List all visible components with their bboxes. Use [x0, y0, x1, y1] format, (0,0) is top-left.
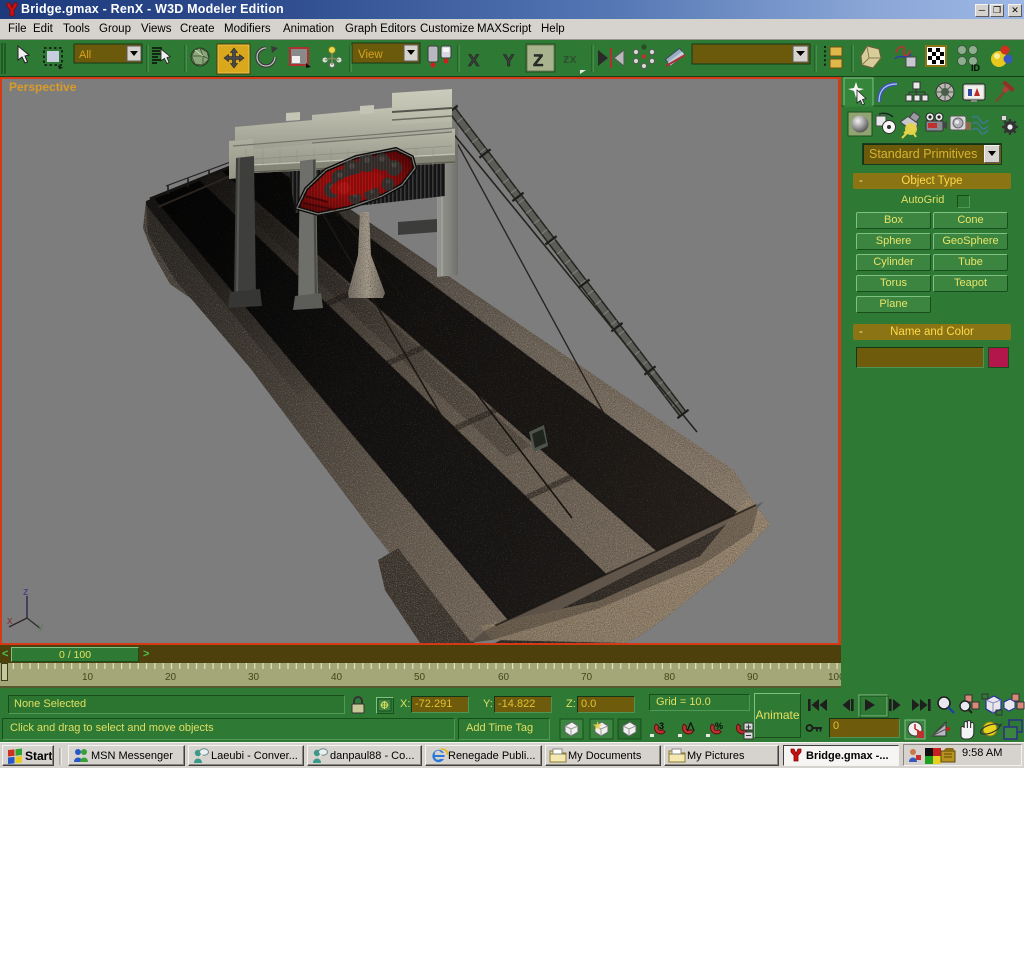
svg-text:z: z — [23, 586, 29, 598]
svg-text:y: y — [38, 621, 44, 633]
svg-text:x: x — [7, 615, 13, 627]
